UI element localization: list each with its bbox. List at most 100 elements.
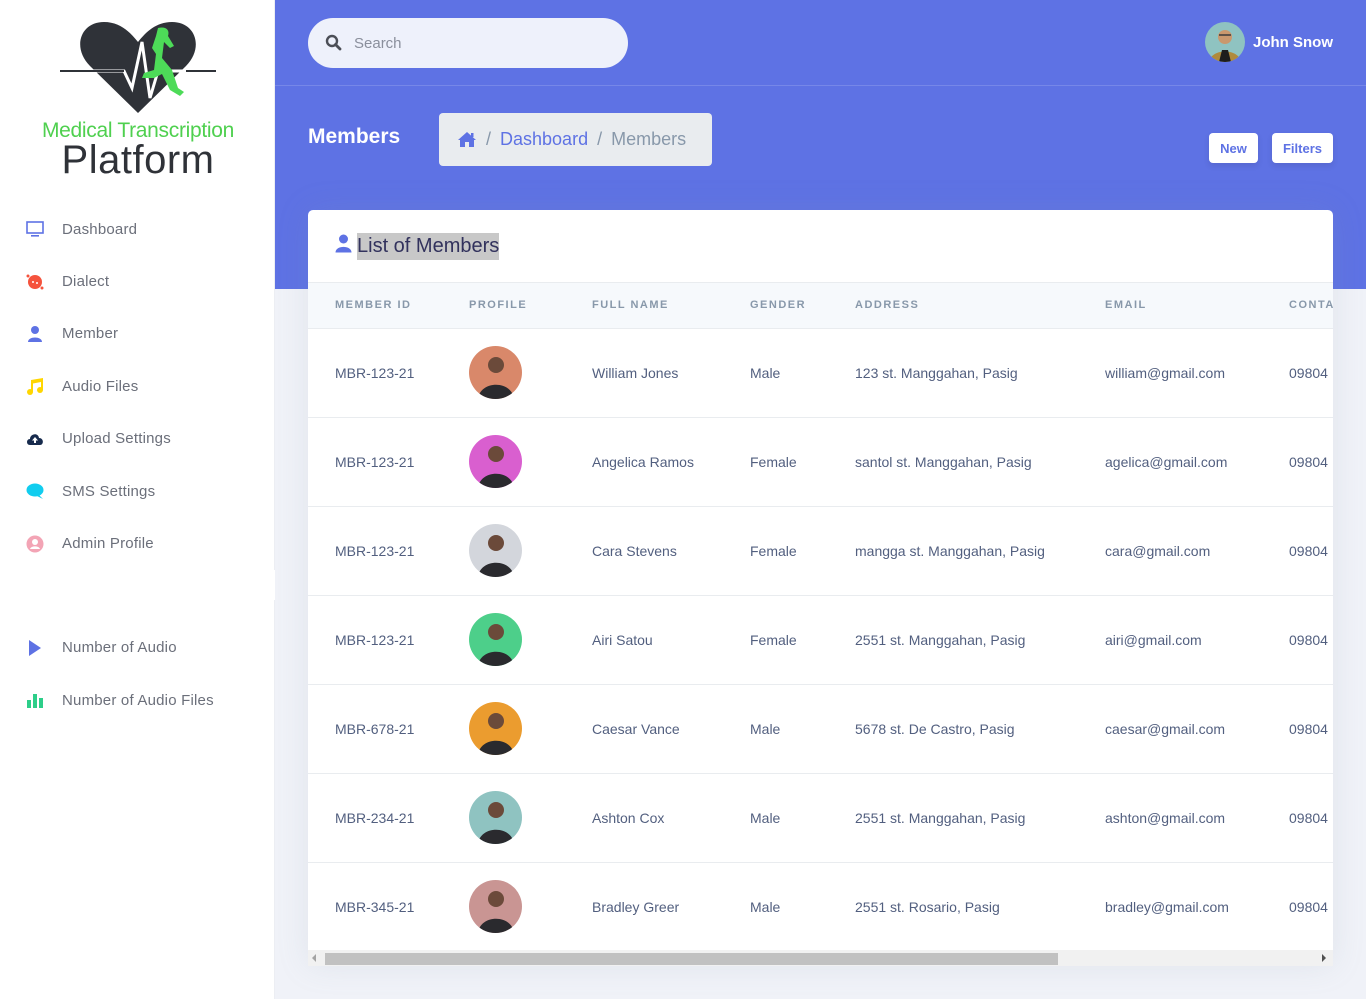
- member-id-cell: MBR-123-21: [308, 417, 442, 507]
- sidebar-item-sms-settings[interactable]: SMS Settings: [0, 465, 275, 517]
- column-header-gender[interactable]: Gender: [723, 283, 828, 329]
- address-cell: santol st. Manggahan, Pasig: [828, 417, 1078, 507]
- profile-avatar[interactable]: [469, 613, 522, 666]
- address-cell: 123 st. Manggahan, Pasig: [828, 328, 1078, 418]
- sidebar-item-label: Audio Files: [62, 377, 139, 395]
- member-id-cell: MBR-345-21: [308, 862, 442, 951]
- contact-cell: 09804: [1262, 417, 1333, 507]
- profile-cell: [442, 595, 565, 685]
- column-header-profile[interactable]: Profile: [442, 283, 565, 329]
- brand-logo[interactable]: Medical Transcription Platform: [28, 14, 248, 189]
- sidebar-item-label: Upload Settings: [62, 430, 171, 448]
- email-cell: bradley@gmail.com: [1078, 862, 1262, 951]
- profile-cell: [442, 862, 565, 951]
- horizontal-scrollbar[interactable]: [308, 950, 1333, 966]
- column-header-email[interactable]: Email: [1078, 283, 1262, 329]
- gender-cell: Female: [723, 417, 828, 507]
- table-row[interactable]: MBR-123-21 Airi Satou Female 2551 st. Mangg…: [308, 595, 1333, 685]
- sidebar: Medical Transcription Platform Dashboard…: [0, 0, 275, 999]
- email-cell: william@gmail.com: [1078, 328, 1262, 418]
- contact-cell: 09804: [1262, 506, 1333, 596]
- sidebar-item-dashboard[interactable]: Dashboard: [0, 203, 275, 255]
- breadcrumb-members: Members: [611, 129, 687, 149]
- table-row[interactable]: MBR-123-21 Angelica Ramos Female santol st.…: [308, 417, 1333, 507]
- search-icon[interactable]: [325, 34, 343, 52]
- column-header-member-id[interactable]: Member ID: [308, 283, 442, 329]
- sidebar-item-upload-settings[interactable]: Upload Settings: [0, 413, 275, 465]
- search-input[interactable]: [354, 34, 614, 52]
- email-cell: caesar@gmail.com: [1078, 684, 1262, 774]
- profile-avatar[interactable]: [469, 346, 522, 399]
- bar-chart-icon: [25, 690, 45, 710]
- sidebar-item-label: Member: [62, 325, 119, 343]
- filters-button[interactable]: Filters: [1272, 133, 1333, 163]
- user-icon: [335, 234, 352, 258]
- address-cell: 2551 st. Manggahan, Pasig: [828, 595, 1078, 685]
- sidebar-item-number-of-audio-files[interactable]: Number of Audio Files: [0, 674, 275, 726]
- cloud-upload-icon: [25, 429, 45, 449]
- sidebar-item-number-of-audio[interactable]: Number of Audio: [0, 622, 275, 674]
- brand-line2: Platform: [61, 138, 215, 182]
- sidebar-item-label: Dashboard: [62, 220, 138, 238]
- sidebar-item-audio-files[interactable]: Audio Files: [0, 360, 275, 412]
- column-header-contact[interactable]: Contact: [1262, 283, 1333, 329]
- column-header-full-name[interactable]: Full Name: [565, 283, 723, 329]
- address-cell: 5678 st. De Castro, Pasig: [828, 684, 1078, 774]
- sidebar-nav: Dashboard Dialect Member Audio Files Upl…: [0, 203, 275, 727]
- members-card: List of Members Member ID Profile Full N…: [308, 210, 1333, 965]
- member-id-cell: MBR-123-21: [308, 328, 442, 418]
- planet-icon: [25, 272, 45, 292]
- contact-cell: 09804: [1262, 595, 1333, 685]
- address-cell: 2551 st. Manggahan, Pasig: [828, 773, 1078, 863]
- sidebar-item-number-of-users[interactable]: Number of Users: [0, 569, 275, 622]
- address-cell: 2551 st. Rosario, Pasig: [828, 862, 1078, 951]
- table-row[interactable]: MBR-123-21 Cara Stevens Female mangga st. M…: [308, 506, 1333, 596]
- table-row[interactable]: MBR-234-21 Ashton Cox Male 2551 st. Manggah…: [308, 773, 1333, 863]
- home-icon[interactable]: [457, 131, 477, 148]
- contact-cell: 09804: [1262, 684, 1333, 774]
- gender-cell: Male: [723, 773, 828, 863]
- table-row[interactable]: MBR-123-21 William Jones Male 123 st. Mangg…: [308, 328, 1333, 418]
- user-menu[interactable]: John Snow: [1205, 22, 1333, 62]
- chat-bubble-icon: [25, 481, 45, 501]
- new-button[interactable]: New: [1209, 133, 1258, 163]
- gender-cell: Male: [723, 684, 828, 774]
- members-table: Member ID Profile Full Name Gender Addre…: [308, 283, 1333, 951]
- email-cell: agelica@gmail.com: [1078, 417, 1262, 507]
- breadcrumb: / Dashboard / Members: [439, 113, 712, 166]
- gender-cell: Male: [723, 328, 828, 418]
- profile-avatar[interactable]: [469, 791, 522, 844]
- scroll-right-arrow-icon[interactable]: [1322, 954, 1326, 962]
- contact-cell: 09804: [1262, 862, 1333, 951]
- card-title: List of Members: [357, 232, 500, 260]
- user-name: John Snow: [1253, 33, 1333, 51]
- search-bar[interactable]: [308, 18, 628, 68]
- sidebar-item-dialect[interactable]: Dialect: [0, 255, 275, 307]
- scroll-left-arrow-icon[interactable]: [312, 954, 316, 962]
- profile-avatar[interactable]: [469, 880, 522, 933]
- sidebar-item-label: SMS Settings: [62, 482, 156, 500]
- clip-mask: [0, 569, 275, 600]
- full-name-cell: Ashton Cox: [565, 773, 723, 863]
- music-note-icon: [25, 376, 45, 396]
- email-cell: ashton@gmail.com: [1078, 773, 1262, 863]
- sidebar-item-admin-profile[interactable]: Admin Profile: [0, 517, 275, 569]
- profile-cell: [442, 417, 565, 507]
- column-header-address[interactable]: Address: [828, 283, 1078, 329]
- table-row[interactable]: MBR-345-21 Bradley Greer Male 2551 st. Rosa…: [308, 862, 1333, 951]
- table-header-row: Member ID Profile Full Name Gender Addre…: [308, 283, 1333, 329]
- top-navbar: John Snow: [275, 0, 1366, 86]
- member-id-cell: MBR-123-21: [308, 595, 442, 685]
- breadcrumb-dashboard[interactable]: Dashboard: [500, 129, 588, 150]
- full-name-cell: Cara Stevens: [565, 506, 723, 596]
- play-icon: [25, 638, 45, 658]
- table-row[interactable]: MBR-678-21 Caesar Vance Male 5678 st. De Ca…: [308, 684, 1333, 774]
- email-cell: airi@gmail.com: [1078, 595, 1262, 685]
- profile-avatar[interactable]: [469, 524, 522, 577]
- members-table-container: Member ID Profile Full Name Gender Addre…: [308, 283, 1333, 951]
- profile-avatar[interactable]: [469, 702, 522, 755]
- user-avatar[interactable]: [1205, 22, 1245, 62]
- sidebar-item-member[interactable]: Member: [0, 308, 275, 360]
- scrollbar-thumb[interactable]: [325, 953, 1058, 965]
- profile-avatar[interactable]: [469, 435, 522, 488]
